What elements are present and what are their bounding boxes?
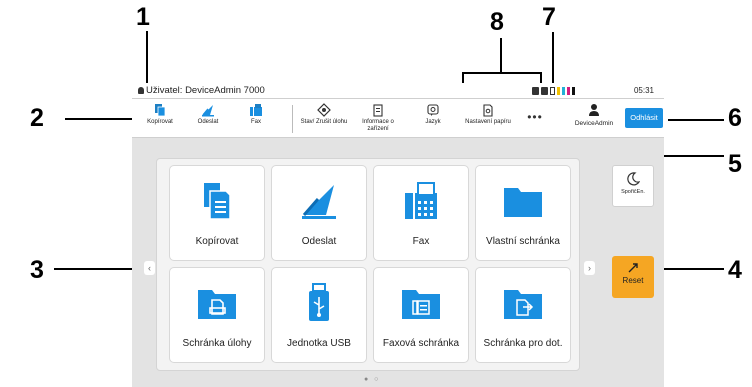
callout-1-line <box>146 31 148 87</box>
tile-copy-label: Kopírovat <box>195 236 239 247</box>
reset-label: Reset <box>622 276 644 285</box>
tile-copy[interactable]: Kopírovat <box>169 165 265 261</box>
send-icon <box>302 185 336 219</box>
toner-magenta-icon <box>567 86 570 95</box>
page-indicator: ● ○ <box>364 376 381 383</box>
toolbar-status-cancel[interactable]: Stav/ Zrušit úlohu <box>298 103 350 126</box>
more-button[interactable]: ••• <box>524 111 546 123</box>
status-cancel-icon <box>317 103 331 117</box>
page-next-arrow[interactable]: › <box>584 261 595 275</box>
callout-1: 1 <box>136 3 150 31</box>
callout-3: 3 <box>30 256 44 284</box>
toolbar-separator <box>292 105 293 133</box>
moon-icon <box>627 172 640 186</box>
fax-icon <box>250 104 262 116</box>
callout-8-bracket <box>462 72 542 74</box>
reset-icon <box>628 263 638 273</box>
status-icons[interactable] <box>532 86 575 95</box>
toolbar-status-cancel-label: Stav/ Zrušit úlohu <box>300 119 348 125</box>
folder-icon <box>504 188 542 217</box>
logout-button[interactable]: Odhlásit <box>625 108 663 128</box>
network-status-icon <box>541 86 548 95</box>
toolbar-language-label: Jazyk <box>425 119 441 125</box>
fax-icon <box>405 182 437 219</box>
tile-custom-box[interactable]: Vlastní schránka <box>475 165 571 261</box>
status-bar: Uživatel: DeviceAdmin 7000 05:31 <box>132 83 664 98</box>
polling-box-icon <box>504 290 542 319</box>
fax-box-icon <box>402 290 440 319</box>
tile-fax-label: Fax <box>412 236 430 247</box>
phone-status-icon <box>550 86 555 95</box>
toolbar-paper-settings[interactable]: Nastavení papíru <box>462 103 514 126</box>
toolbar-send-label: Odeslat <box>197 119 219 125</box>
sleep-label: SpořičEn. <box>621 189 645 195</box>
language-icon <box>427 104 439 116</box>
page-prev-arrow[interactable]: ‹ <box>144 261 155 275</box>
tile-send[interactable]: Odeslat <box>271 165 367 261</box>
tile-job-box-label: Schránka úlohy <box>182 338 252 349</box>
toolbar-fax[interactable]: Fax <box>230 103 282 126</box>
home-tiles-panel: Kopírovat Odeslat Fax Vlastní schránka S… <box>156 158 580 371</box>
toolbar-send[interactable]: Odeslat <box>182 103 234 126</box>
sleep-button[interactable]: SpořičEn. <box>612 165 654 207</box>
tile-fax-box-label: Faxová schránka <box>382 338 460 349</box>
callout-7-line <box>552 32 554 86</box>
toner-black-icon <box>572 86 575 95</box>
user-account-icon <box>589 104 599 116</box>
callout-2: 2 <box>30 104 44 132</box>
toner-yellow-icon <box>557 86 560 95</box>
toolbar-copy-label: Kopírovat <box>147 119 173 125</box>
send-icon <box>202 105 214 117</box>
user-icon <box>138 87 144 94</box>
copy-icon <box>204 183 231 220</box>
device-screen: Uživatel: DeviceAdmin 7000 05:31 Kopírov… <box>132 83 664 387</box>
printer-status-icon <box>532 86 539 95</box>
callout-6: 6 <box>728 104 742 132</box>
toolbar-language[interactable]: Jazyk <box>407 103 459 126</box>
tile-usb[interactable]: Jednotka USB <box>271 267 367 363</box>
callout-4: 4 <box>728 256 742 284</box>
tile-polling-box[interactable]: Schránka pro dot. <box>475 267 571 363</box>
callout-8: 8 <box>490 8 504 36</box>
tile-job-box[interactable]: Schránka úlohy <box>169 267 265 363</box>
copy-icon <box>155 104 166 117</box>
toolbar-copy[interactable]: Kopírovat <box>134 103 186 126</box>
job-box-icon <box>198 290 236 319</box>
callout-5: 5 <box>728 150 742 178</box>
tile-polling-box-label: Schránka pro dot. <box>483 338 563 349</box>
callout-7: 7 <box>542 3 556 31</box>
account-button[interactable]: DeviceAdmin <box>566 103 622 127</box>
tile-send-label: Odeslat <box>301 236 337 247</box>
toolbar-device-info-label: Informace o zařízení <box>362 119 394 132</box>
user-name: Uživatel: DeviceAdmin 7000 <box>146 85 265 96</box>
account-label: DeviceAdmin <box>574 120 614 127</box>
tile-fax[interactable]: Fax <box>373 165 469 261</box>
callout-2-line <box>65 118 132 120</box>
clock: 05:31 <box>633 86 654 95</box>
toner-cyan-icon <box>562 86 565 95</box>
device-info-icon <box>373 104 383 117</box>
usb-icon <box>309 283 329 321</box>
toolbar-paper-settings-label: Nastavení papíru <box>465 119 511 125</box>
callout-6-line <box>668 119 724 121</box>
tile-fax-box[interactable]: Faxová schránka <box>373 267 469 363</box>
toolbar-fax-label: Fax <box>250 119 261 125</box>
reset-button[interactable]: Reset <box>612 256 654 298</box>
toolbar-device-info[interactable]: Informace o zařízení <box>352 103 404 133</box>
tile-usb-label: Jednotka USB <box>287 338 351 349</box>
callout-8-line <box>500 38 502 73</box>
paper-settings-icon <box>483 104 493 117</box>
user-label: Uživatel: DeviceAdmin 7000 <box>138 85 265 96</box>
toolbar: Kopírovat Odeslat Fax Stav/ Zrušit úlohu… <box>132 98 664 138</box>
tile-custom-box-label: Vlastní schránka <box>486 236 560 247</box>
